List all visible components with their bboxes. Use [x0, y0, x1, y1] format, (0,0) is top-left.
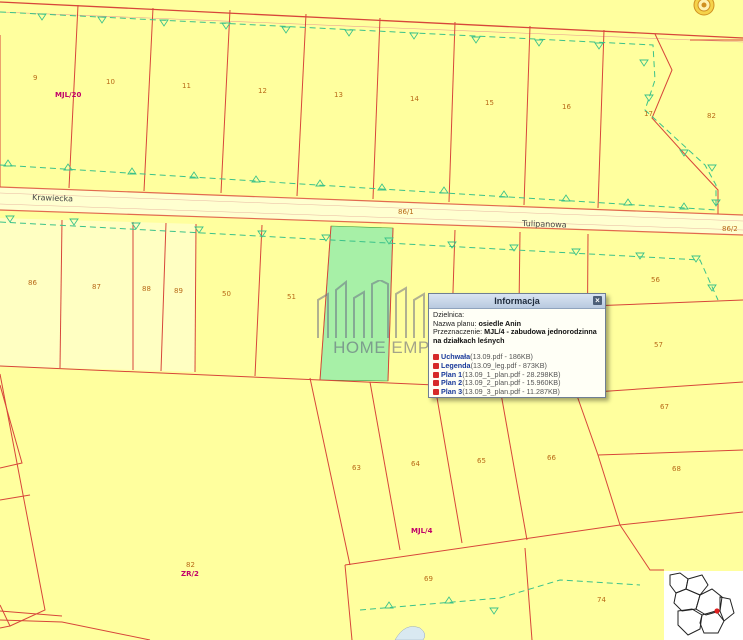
parcel-number: 12 — [258, 87, 267, 95]
overview-minimap[interactable] — [664, 571, 743, 640]
pdf-icon — [433, 371, 439, 378]
zone-label: MJL/4 — [411, 527, 433, 535]
pdf-icon — [433, 362, 439, 369]
district-map-icon — [669, 572, 735, 636]
parcel-number: 65 — [477, 457, 486, 465]
popup-titlebar[interactable]: Informacja × — [429, 294, 605, 309]
map-layer: 9 10 11 12 13 14 15 16 17 82 86 87 88 89… — [0, 0, 743, 640]
parcel-number: 17 — [644, 110, 653, 118]
road-id: 86/2 — [722, 225, 738, 233]
parcel-number: 64 — [411, 460, 420, 468]
parcel-number: 74 — [597, 596, 606, 604]
parcel-number: 89 — [174, 287, 183, 295]
document-row[interactable]: Plan 3(13.09_3_plan.pdf - 11.287KB) — [433, 386, 601, 397]
popup-body: Dzielnica: Nazwa planu: osiedle Anin Prz… — [429, 309, 605, 398]
popup-title: Informacja — [494, 296, 540, 306]
parcel-number: 13 — [334, 91, 343, 99]
parcel-number: 11 — [182, 82, 191, 90]
close-icon[interactable]: × — [593, 296, 602, 305]
selected-parcel — [319, 225, 394, 382]
document-link[interactable]: Plan 3 — [441, 387, 462, 396]
parcel-number: 82 — [186, 561, 195, 569]
parcel-number: 86 — [28, 279, 37, 287]
parcel-number: 56 — [651, 276, 660, 284]
parcel-number: 88 — [142, 285, 151, 293]
road-id: 86/1 — [398, 208, 414, 216]
parcel-number: 69 — [424, 575, 433, 583]
lot-fill-86 — [0, 218, 62, 368]
pdf-icon — [433, 388, 439, 395]
zone-label: ZR/2 — [181, 570, 199, 578]
map-canvas[interactable]: 9 10 11 12 13 14 15 16 17 82 86 87 88 89… — [0, 0, 743, 640]
parcel-number: 9 — [33, 74, 37, 82]
pdf-icon — [433, 380, 439, 387]
parcel-number: 51 — [287, 293, 296, 301]
parcel-number: 82 — [707, 112, 716, 120]
zone-label: MJL/20 — [55, 91, 81, 99]
parcel-number: 66 — [547, 454, 556, 462]
purpose-row: Przeznaczenie: MJL/4 - zabudowa jednorod… — [433, 327, 601, 345]
info-popup[interactable]: Informacja × Dzielnica: Nazwa planu: osi… — [428, 293, 606, 398]
pdf-icon — [433, 354, 439, 361]
parcel-number: 57 — [654, 341, 663, 349]
parcel-number: 15 — [485, 99, 494, 107]
parcel-number: 87 — [92, 283, 101, 291]
lot-fill-87 — [60, 220, 133, 370]
target-icon[interactable] — [693, 0, 715, 16]
parcel-number: 68 — [672, 465, 681, 473]
parcel-number: 14 — [410, 95, 419, 103]
lot-fill-88-89 — [133, 222, 196, 372]
parcel-number: 63 — [352, 464, 361, 472]
parcel-number: 16 — [562, 103, 571, 111]
parcel-number: 67 — [660, 403, 669, 411]
parcel-number: 50 — [222, 290, 231, 298]
parcel-number: 10 — [106, 78, 115, 86]
street-name-tulipanowa: Tulipanowa — [521, 219, 567, 230]
street-name-krawiecka: Krawiecka — [32, 193, 73, 203]
document-meta: (13.09_3_plan.pdf - 11.287KB) — [462, 386, 560, 396]
